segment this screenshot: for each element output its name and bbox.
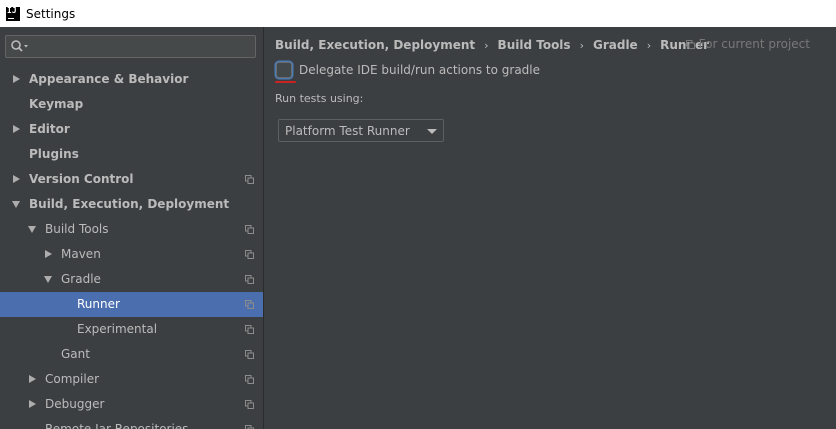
- project-scope-icon: [245, 225, 254, 234]
- tree-item[interactable]: Build Tools: [0, 217, 263, 242]
- tree-item-label: Version Control: [29, 172, 134, 186]
- expand-arrow-icon[interactable]: [13, 75, 20, 83]
- tree-item-label: Appearance & Behavior: [29, 72, 189, 86]
- tree-item-label: Gant: [61, 347, 90, 361]
- delegate-checkbox-label[interactable]: Delegate IDE build/run actions to gradle: [299, 63, 540, 77]
- project-scope-icon: [245, 275, 254, 284]
- tree-item-label: Compiler: [45, 372, 100, 386]
- tree-item[interactable]: Keymap: [0, 92, 263, 117]
- annotation-underline: [275, 81, 296, 83]
- run-tests-selected-value: Platform Test Runner: [285, 123, 410, 138]
- tree-item[interactable]: Runner: [0, 292, 263, 317]
- tree-item[interactable]: Debugger: [0, 392, 263, 417]
- tree-item-label: Editor: [29, 122, 70, 136]
- tree-item[interactable]: Gant: [0, 342, 263, 367]
- tree-item-label: Experimental: [77, 322, 158, 336]
- collapse-arrow-icon[interactable]: [28, 226, 36, 233]
- settings-search-input[interactable]: [5, 35, 256, 58]
- chevron-down-icon: [427, 129, 437, 134]
- window-title: Settings: [26, 6, 76, 21]
- tree-item-label: Remote Jar Repositories: [45, 422, 189, 429]
- title-bar: Settings: [0, 0, 836, 27]
- collapse-arrow-icon[interactable]: [44, 276, 52, 283]
- run-tests-select[interactable]: Platform Test Runner: [278, 119, 444, 142]
- tree-item[interactable]: Version Control: [0, 167, 263, 192]
- settings-content: Build, Execution, Deployment › Build Tools…: [265, 27, 836, 429]
- tree-item-label: Gradle: [61, 272, 101, 286]
- tree-item[interactable]: Compiler: [0, 367, 263, 392]
- breadcrumb-item: Gradle: [592, 38, 638, 52]
- tree-item[interactable]: Gradle: [0, 267, 263, 292]
- breadcrumb-separator: ›: [646, 38, 652, 52]
- run-tests-label: Run tests using:: [275, 92, 364, 105]
- tree-item-label: Keymap: [29, 97, 84, 111]
- breadcrumb-separator: ›: [579, 38, 584, 52]
- project-scope-icon: [245, 250, 254, 259]
- tree-item-label: Build Tools: [45, 222, 109, 236]
- project-scope-icon: [245, 175, 254, 184]
- breadcrumb: Build, Execution, Deployment › Build Tools…: [275, 37, 709, 53]
- delegate-checkbox-row[interactable]: Delegate IDE build/run actions to gradle: [276, 61, 540, 79]
- tree-item[interactable]: Maven: [0, 242, 263, 267]
- breadcrumb-item: Build Tools: [497, 38, 571, 52]
- tree-item[interactable]: Editor: [0, 117, 263, 142]
- scope-label: For current project: [698, 37, 810, 51]
- tree-item-label: Runner: [77, 297, 120, 311]
- tree-item-label: Build, Execution, Deployment: [29, 197, 230, 211]
- scope-indicator: For current project: [685, 37, 810, 51]
- tree-item[interactable]: Appearance & Behavior: [0, 67, 263, 92]
- settings-sidebar: Appearance & Behavior Keymap Editor Plugins…: [0, 27, 264, 429]
- project-scope-icon: [245, 400, 254, 409]
- tree-item-label: Maven: [61, 247, 101, 261]
- tree-item[interactable]: Build, Execution, Deployment: [0, 192, 263, 217]
- tree-item-label: Plugins: [29, 147, 79, 161]
- tree-item-label: Debugger: [45, 397, 105, 411]
- search-icon: [11, 40, 28, 52]
- expand-arrow-icon[interactable]: [29, 400, 36, 408]
- copy-icon: [685, 39, 695, 49]
- project-scope-icon: [245, 300, 254, 309]
- collapse-arrow-icon[interactable]: [12, 201, 20, 208]
- intellij-app-icon: [6, 6, 20, 21]
- project-scope-icon: [245, 325, 254, 334]
- project-scope-icon: [245, 350, 254, 359]
- expand-arrow-icon[interactable]: [13, 125, 20, 133]
- expand-arrow-icon[interactable]: [13, 175, 20, 183]
- breadcrumb-separator: ›: [484, 38, 489, 52]
- expand-arrow-icon[interactable]: [45, 250, 52, 258]
- tree-item[interactable]: Remote Jar Repositories: [0, 417, 263, 429]
- expand-arrow-icon[interactable]: [29, 375, 36, 383]
- project-scope-icon: [245, 425, 254, 429]
- tree-item[interactable]: Plugins: [0, 142, 263, 167]
- project-scope-icon: [245, 375, 254, 384]
- delegate-checkbox[interactable]: [276, 62, 292, 78]
- breadcrumb-item: Build, Execution, Deployment: [275, 38, 476, 52]
- tree-item[interactable]: Experimental: [0, 317, 263, 342]
